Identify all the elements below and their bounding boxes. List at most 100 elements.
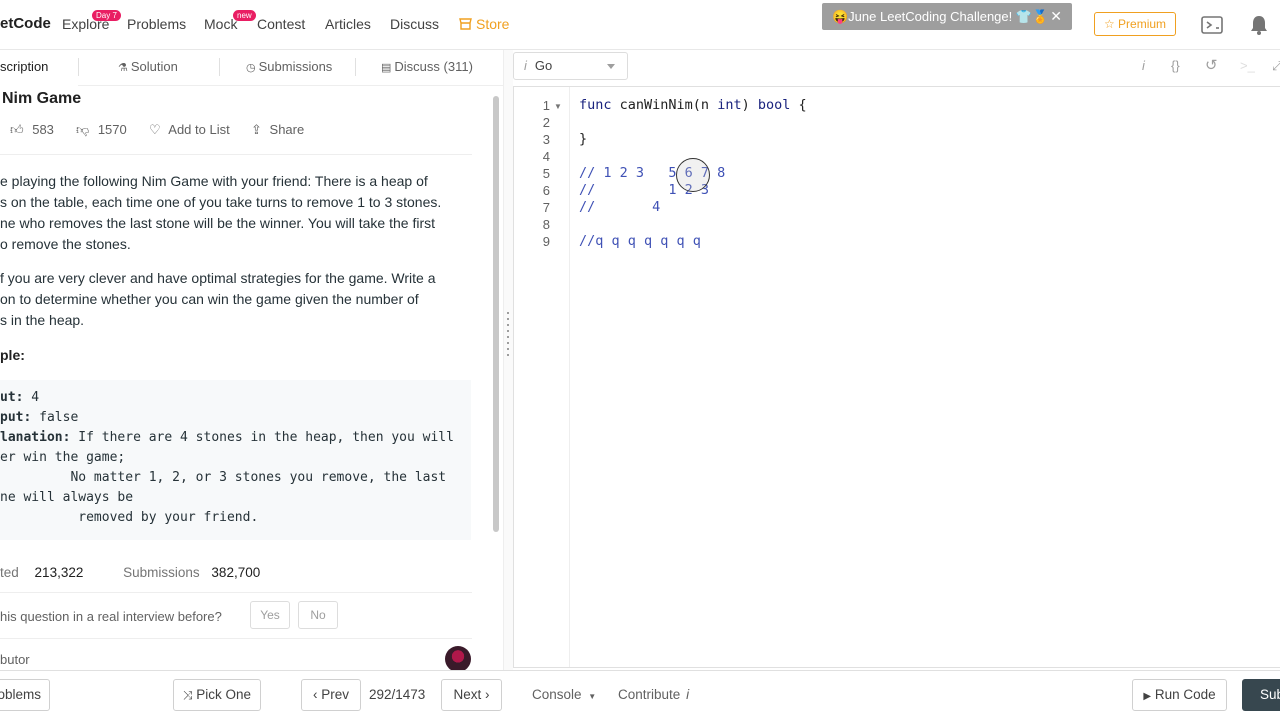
tab-divider xyxy=(78,58,79,76)
nav-store[interactable]: Store xyxy=(459,16,509,32)
example-output: put: false xyxy=(0,410,79,425)
tab-description[interactable]: scription xyxy=(0,50,78,86)
share-button[interactable]: ⇪ Share xyxy=(251,122,304,138)
bottom-bar: oblems ⤨ Pick One ‹ Prev 292/1473 Next ›… xyxy=(0,670,1280,720)
submit-button[interactable]: Sub xyxy=(1242,679,1280,711)
console-label: Console xyxy=(532,687,582,702)
chevron-right-icon: › xyxy=(485,687,490,702)
line-number: 7 xyxy=(542,200,550,215)
line-number: 3 xyxy=(542,132,550,147)
accepted-value: 213,322 xyxy=(34,565,84,580)
avatar[interactable] xyxy=(445,646,471,670)
line-number: 9 xyxy=(542,234,550,249)
yes-button[interactable]: Yes xyxy=(250,601,290,629)
language-value: Go xyxy=(534,58,553,73)
challenge-banner[interactable]: 😝June LeetCoding Challenge! 👕🏅 ✕ xyxy=(822,3,1072,30)
clock-icon: ◷ xyxy=(246,62,256,74)
divider xyxy=(0,592,472,593)
divider xyxy=(0,154,472,155)
submissions-value: 382,700 xyxy=(211,565,261,580)
text-line: o remove the stones. xyxy=(0,236,131,252)
reset-icon[interactable]: ↺ xyxy=(1205,56,1218,74)
page-counter: 292/1473 xyxy=(369,687,426,702)
example-line: er win the game; xyxy=(0,450,126,465)
scrollbar[interactable] xyxy=(493,96,499,532)
like-button[interactable]: 👍︎ 583 xyxy=(10,122,54,138)
top-navigation: etCode Explore Day 7 Problems Mock new C… xyxy=(0,0,1280,50)
braces-icon[interactable]: {} xyxy=(1171,58,1180,73)
text-line: ne who removes the last stone will be th… xyxy=(0,215,436,231)
info-icon: i xyxy=(686,687,690,702)
tab-solution[interactable]: ⚗ Solution xyxy=(118,59,178,74)
code-line: func canWinNim(n int) bool { xyxy=(579,97,807,113)
next-button[interactable]: Next › xyxy=(441,679,502,711)
dislike-button[interactable]: 👎︎ 1570 xyxy=(76,122,127,138)
bell-icon[interactable] xyxy=(1248,14,1270,36)
dislike-count: 1570 xyxy=(97,122,127,137)
fullscreen-icon[interactable]: ⤢ xyxy=(1272,58,1280,74)
chevron-down-icon xyxy=(607,64,615,69)
prev-label: Prev xyxy=(321,687,350,702)
thumbs-up-icon: 👍︎ xyxy=(10,122,24,137)
nav-mock[interactable]: Mock xyxy=(204,16,237,32)
nav-discuss[interactable]: Discuss xyxy=(390,16,439,32)
explore-badge: Day 7 xyxy=(92,10,121,21)
add-to-list-button[interactable]: ♡ Add to List xyxy=(149,122,230,138)
like-count: 583 xyxy=(32,122,54,137)
code-line: } xyxy=(579,131,588,147)
nav-problems[interactable]: Problems xyxy=(127,16,186,32)
description-paragraph-2: f you are very clever and have optimal s… xyxy=(0,268,470,331)
problems-button[interactable]: oblems xyxy=(0,679,50,711)
panel-splitter[interactable] xyxy=(503,50,513,670)
nav-contest[interactable]: Contest xyxy=(257,16,305,32)
play-icon: ▶ xyxy=(1143,691,1152,702)
playground-icon[interactable] xyxy=(1201,14,1223,36)
next-label: Next xyxy=(453,687,482,702)
pick-one-label: Pick One xyxy=(196,687,252,702)
mock-badge: new xyxy=(233,10,256,21)
pick-one-button[interactable]: ⤨ Pick One xyxy=(173,679,261,711)
drag-handle-icon xyxy=(507,312,509,356)
close-icon[interactable]: ✕ xyxy=(1050,3,1062,30)
tab-description-label: scription xyxy=(0,59,49,74)
line-number: 1 xyxy=(542,98,550,113)
tab-divider xyxy=(355,58,356,76)
problem-tabs: scription ⚗ Solution ◷ Submissions ▤ Discus… xyxy=(0,50,503,86)
problem-title: Nim Game xyxy=(2,90,82,107)
line-number: 5 xyxy=(542,166,550,181)
premium-button[interactable]: ☆ Premium xyxy=(1094,12,1176,36)
line-gutter: 1 ▼ 2 3 4 5 6 7 8 9 xyxy=(514,87,570,667)
info-icon[interactable]: i xyxy=(1142,58,1145,73)
code-editor[interactable]: 1 ▼ 2 3 4 5 6 7 8 9 func canWinNim(n int… xyxy=(513,86,1280,668)
no-button[interactable]: No xyxy=(298,601,338,629)
mouse-cursor-highlight xyxy=(676,158,710,192)
tab-discuss[interactable]: ▤ Discuss (311) xyxy=(381,59,473,74)
tab-solution-label: Solution xyxy=(130,59,178,74)
terminal-icon[interactable]: >_ xyxy=(1240,58,1255,73)
thumbs-down-icon: 👎︎ xyxy=(76,122,90,137)
line-number: 4 xyxy=(542,149,550,164)
run-code-button[interactable]: ▶ Run Code xyxy=(1132,679,1227,711)
nav-articles[interactable]: Articles xyxy=(325,16,371,32)
chevron-left-icon: ‹ xyxy=(312,687,318,702)
challenge-text: 😝June LeetCoding Challenge! 👕🏅 xyxy=(832,9,1049,24)
run-code-label: Run Code xyxy=(1154,687,1216,702)
contribute-button[interactable]: Contribute i xyxy=(618,687,689,702)
share-icon: ⇪ xyxy=(251,122,262,137)
store-icon xyxy=(459,18,472,30)
tab-submissions[interactable]: ◷ Submissions xyxy=(246,59,332,74)
heart-icon: ♡ xyxy=(149,122,161,137)
console-button[interactable]: Console ▼ xyxy=(532,687,596,702)
shuffle-icon: ⤨ xyxy=(182,688,193,702)
logo[interactable]: etCode xyxy=(0,15,51,32)
caret-down-icon: ▼ xyxy=(588,692,597,701)
accepted-label: ted xyxy=(0,565,19,580)
language-select[interactable]: i Go xyxy=(513,52,628,80)
fold-arrow-icon[interactable]: ▼ xyxy=(554,102,562,111)
prev-button[interactable]: ‹ Prev xyxy=(301,679,361,711)
interview-question: his question in a real interview before? xyxy=(0,609,222,624)
tab-submissions-label: Submissions xyxy=(258,59,333,74)
info-icon: i xyxy=(524,58,527,73)
example-heading: ple: xyxy=(0,347,25,363)
line-number: 8 xyxy=(542,217,550,232)
